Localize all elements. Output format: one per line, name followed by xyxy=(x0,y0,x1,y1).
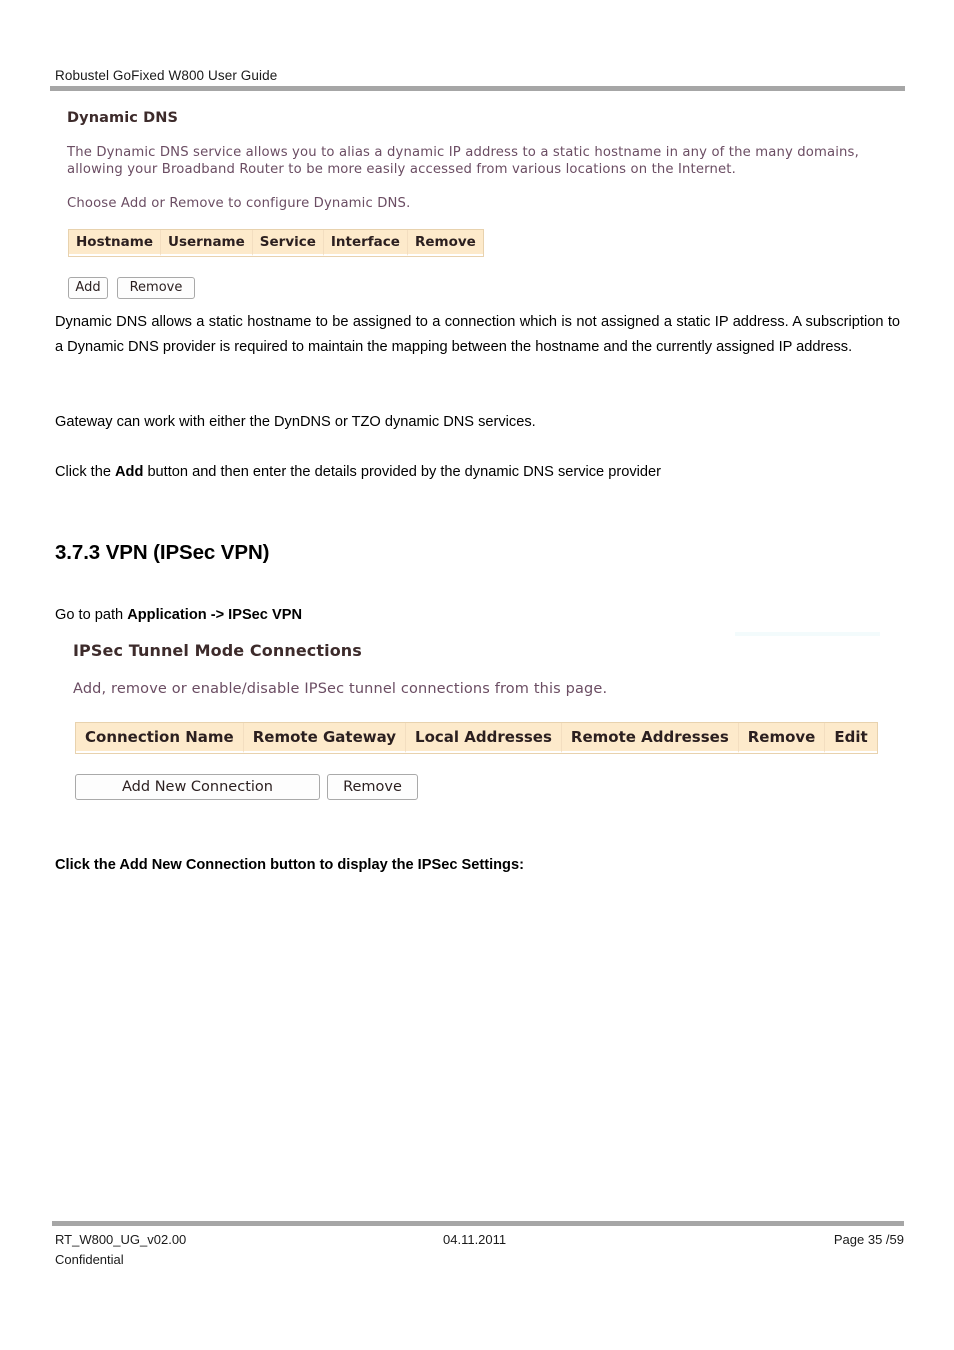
footer-classification: Confidential xyxy=(55,1252,124,1267)
ipsec-remove-button[interactable]: Remove xyxy=(327,774,418,800)
ipsec-col-remove: Remove xyxy=(738,723,826,753)
ddns-remove-button[interactable]: Remove xyxy=(117,277,195,299)
ipsec-col-edit: Edit xyxy=(825,723,877,753)
document-page: Robustel GoFixed W800 User Guide Dynamic… xyxy=(0,0,954,1350)
ddns-panel-title: Dynamic DNS xyxy=(67,110,179,126)
paragraph-ipsec-caption: Click the Add New Connection button to d… xyxy=(55,857,524,873)
ddns-col-interface: Interface xyxy=(323,230,408,256)
ipsec-col-remote-addresses: Remote Addresses xyxy=(561,723,739,753)
ipsec-col-local-addresses: Local Addresses xyxy=(406,723,562,753)
header-divider xyxy=(50,86,905,91)
page-section-heading: 3.7.3 VPN (IPSec VPN) xyxy=(55,541,270,564)
ddns-col-service: Service xyxy=(252,230,324,256)
paragraph-dynamic-dns-explanation: Dynamic DNS allows a static hostname to … xyxy=(55,314,900,355)
ddns-col-username: Username xyxy=(161,230,253,256)
ddns-description-line-2: allowing your Broadband Router to be mor… xyxy=(67,162,736,177)
ipsec-col-remote-gateway: Remote Gateway xyxy=(243,723,407,753)
paragraph-gateway-services: Gateway can work with either the DynDNS … xyxy=(55,414,536,430)
ipsec-panel-title: IPSec Tunnel Mode Connections xyxy=(73,641,362,660)
ipsec-col-connection-name: Connection Name xyxy=(76,723,244,753)
footer-date: 04.11.2011 xyxy=(443,1232,507,1247)
footer-document-id: RT_W800_UG_v02.00 xyxy=(55,1232,187,1247)
scan-artifact xyxy=(735,632,880,636)
ddns-col-hostname: Hostname xyxy=(69,230,162,256)
paragraph-click-add: Click the Add button and then enter the … xyxy=(55,460,900,485)
ddns-add-button[interactable]: Add xyxy=(68,277,108,299)
paragraph-go-to-path: Go to path Application -> IPSec VPN xyxy=(55,603,900,628)
para3-pre: Click the xyxy=(55,464,116,480)
footer-page-number: Page 35 /59 xyxy=(833,1232,904,1247)
ipsec-table: Connection Name Remote Gateway Local Add… xyxy=(75,722,878,754)
para3-bold: Add xyxy=(115,464,144,480)
ddns-instruction: Choose Add or Remove to configure Dynami… xyxy=(67,196,411,211)
ipsec-table-header-row: Connection Name Remote Gateway Local Add… xyxy=(76,723,877,753)
dynamic-dns-screenshot: Dynamic DNS The Dynamic DNS service allo… xyxy=(55,105,910,305)
ddns-table: Hostname Username Service Interface Remo… xyxy=(68,229,484,257)
ipsec-add-new-connection-button[interactable]: Add New Connection xyxy=(75,774,320,800)
para3-post: button and then enter the details provid… xyxy=(143,464,661,480)
ddns-table-header-row: Hostname Username Service Interface Remo… xyxy=(69,230,483,256)
ddns-col-remove: Remove xyxy=(407,230,483,256)
running-header: Robustel GoFixed W800 User Guide xyxy=(55,68,278,83)
ipsec-description: Add, remove or enable/disable IPSec tunn… xyxy=(73,681,608,697)
goto-pre: Go to path xyxy=(55,607,128,623)
goto-bold: Application -> IPSec VPN xyxy=(127,607,302,623)
ipsec-screenshot: IPSec Tunnel Mode Connections Add, remov… xyxy=(68,638,908,818)
footer-divider xyxy=(52,1221,904,1226)
ddns-description-line-1: The Dynamic DNS service allows you to al… xyxy=(67,145,859,160)
